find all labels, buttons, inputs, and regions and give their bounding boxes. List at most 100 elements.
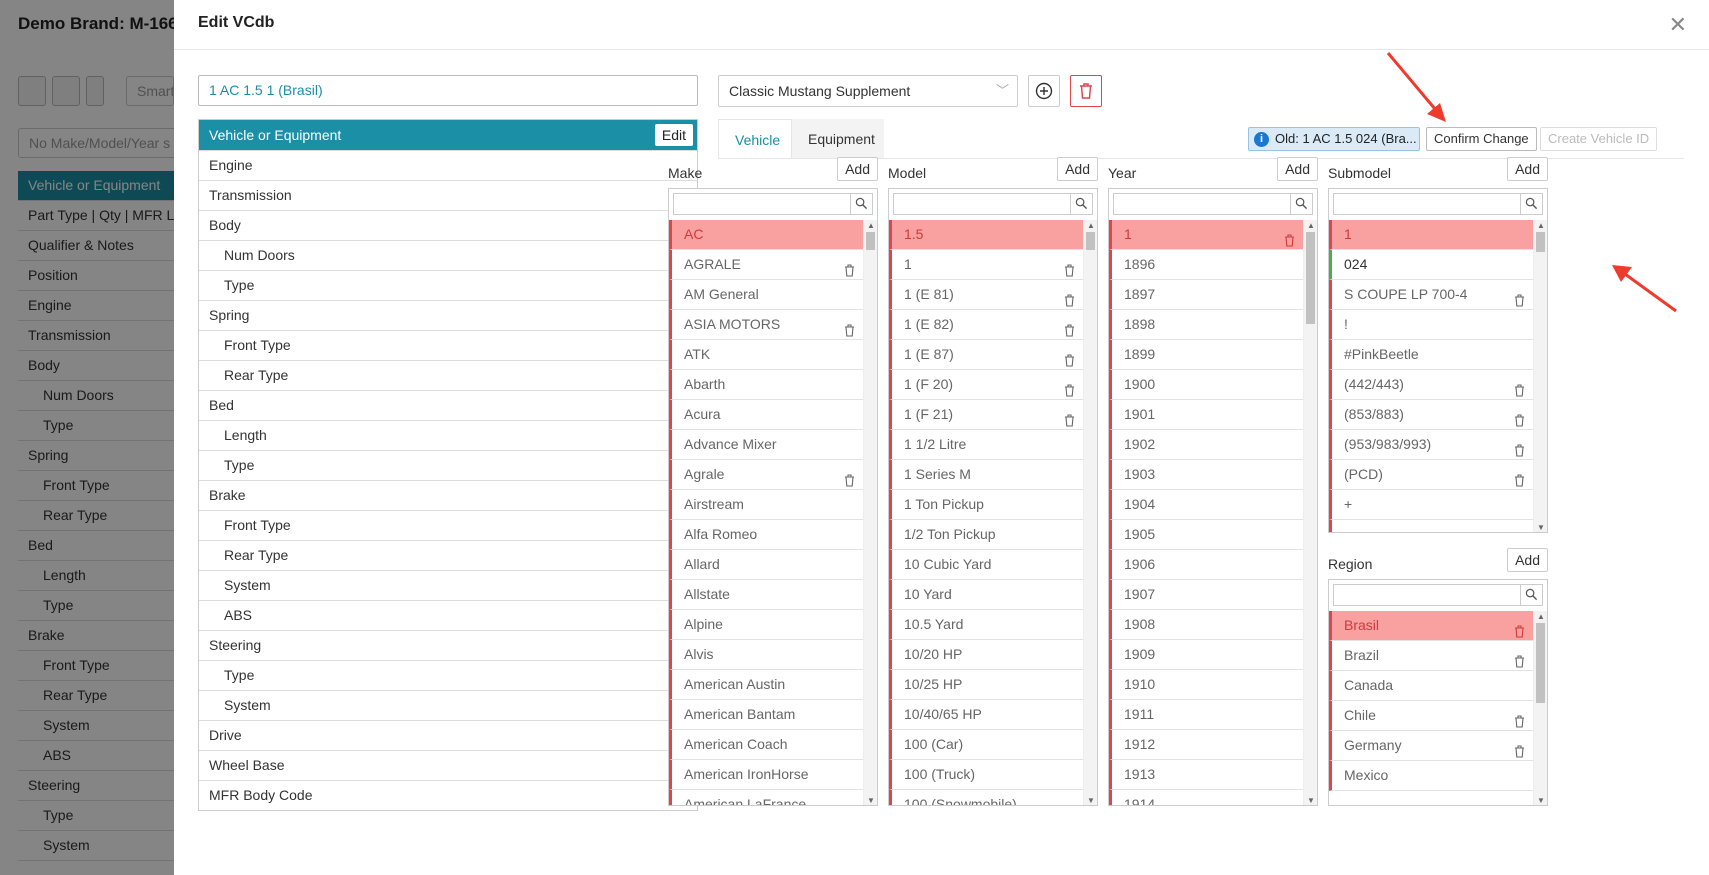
year-list-item[interactable]: 1903 [1109,460,1303,490]
tree-item[interactable]: Wheel Base [199,750,697,780]
scroll-down-icon[interactable]: ▼ [1534,522,1547,532]
tree-item[interactable]: Front Type [199,330,697,360]
scroll-down-icon[interactable]: ▼ [1304,795,1317,805]
model-scrollbar[interactable]: ▲ ▼ [1083,220,1097,805]
trash-icon[interactable] [1064,258,1075,277]
model-list-item[interactable]: 1 (F 21) [889,400,1083,430]
make-list-item[interactable]: Airstream [669,490,863,520]
submodel-scrollbar[interactable]: ▲ ▼ [1533,220,1547,532]
close-icon[interactable]: ✕ [1669,12,1687,38]
make-list-item[interactable]: Alvis [669,640,863,670]
model-list-item[interactable]: 10/20 HP [889,640,1083,670]
tree-item[interactable]: Spring [199,300,697,330]
scroll-up-icon[interactable]: ▲ [1534,220,1547,232]
add-model-button[interactable]: Add [1057,157,1098,181]
scroll-down-icon[interactable]: ▼ [1084,795,1097,805]
make-search-input[interactable] [673,193,873,215]
region-list-item[interactable]: Germany [1329,731,1533,761]
submodel-list-item[interactable]: - [1329,520,1533,532]
trash-icon[interactable] [1514,438,1525,457]
region-search-input[interactable] [1333,584,1543,606]
search-icon[interactable] [1520,585,1542,605]
trash-icon[interactable] [1514,378,1525,397]
year-list-item[interactable]: 1913 [1109,760,1303,790]
tree-item[interactable]: System [199,570,697,600]
region-scrollbar[interactable]: ▲ ▼ [1533,611,1547,805]
submodel-list-item[interactable]: ! [1329,310,1533,340]
year-list-item[interactable]: 1905 [1109,520,1303,550]
model-list-item[interactable]: 1 (E 81) [889,280,1083,310]
make-list-item[interactable]: Abarth [669,370,863,400]
search-icon[interactable] [1290,194,1312,214]
submodel-list-item[interactable]: (442/443) [1329,370,1533,400]
make-scrollbar[interactable]: ▲ ▼ [863,220,877,805]
tab-equipment[interactable]: Equipment [792,119,884,159]
make-list-item[interactable]: American LaFrance [669,790,863,805]
tree-item[interactable]: Type [199,660,697,690]
model-list-item[interactable]: 10/40/65 HP [889,700,1083,730]
submodel-list-item[interactable]: (853/883) [1329,400,1533,430]
make-list-item[interactable]: Agrale [669,460,863,490]
make-list-item[interactable]: ASIA MOTORS [669,310,863,340]
add-submodel-button[interactable]: Add [1507,157,1548,181]
create-vehicle-id-button[interactable]: Create Vehicle ID [1540,127,1658,151]
year-list-item[interactable]: 1904 [1109,490,1303,520]
make-list-item[interactable]: Allard [669,550,863,580]
make-list-item[interactable]: American Bantam [669,700,863,730]
submodel-list-item[interactable]: (PCD) [1329,460,1533,490]
tree-item[interactable]: Transmission [199,180,697,210]
make-list-item[interactable]: AC [669,220,863,250]
tree-item[interactable]: Brake [199,480,697,510]
trash-icon[interactable] [1514,649,1525,668]
make-list-item[interactable]: Alpine [669,610,863,640]
model-list-item[interactable]: 1.5 [889,220,1083,250]
scroll-thumb[interactable] [1536,623,1545,703]
tree-item[interactable]: Body [199,210,697,240]
model-list-item[interactable]: 1/2 Ton Pickup [889,520,1083,550]
tree-item[interactable]: Engine [199,150,697,180]
scroll-down-icon[interactable]: ▼ [1534,795,1547,805]
year-list-item[interactable]: 1914 [1109,790,1303,805]
scroll-thumb[interactable] [1536,232,1545,252]
model-list-item[interactable]: 10.5 Yard [889,610,1083,640]
search-icon[interactable] [1070,194,1092,214]
tree-item[interactable]: Rear Type [199,360,697,390]
trash-icon[interactable] [844,318,855,337]
year-list-item[interactable]: 1896 [1109,250,1303,280]
make-list-item[interactable]: ATK [669,340,863,370]
submodel-list-item[interactable]: + [1329,490,1533,520]
make-list-item[interactable]: American Coach [669,730,863,760]
add-year-button[interactable]: Add [1277,157,1318,181]
scroll-thumb[interactable] [1086,232,1095,250]
database-select[interactable]: Classic Mustang Supplement ﹀ [718,75,1018,107]
trash-icon[interactable] [1064,348,1075,367]
trash-icon[interactable] [1064,408,1075,427]
year-list-item[interactable]: 1 [1109,220,1303,250]
tree-item[interactable]: Length [199,420,697,450]
trash-icon[interactable] [1064,288,1075,307]
year-list-item[interactable]: 1909 [1109,640,1303,670]
model-list-item[interactable]: 1 (F 20) [889,370,1083,400]
trash-icon[interactable] [1064,318,1075,337]
year-list-item[interactable]: 1908 [1109,610,1303,640]
tree-item[interactable]: Type [199,450,697,480]
year-list-item[interactable]: 1907 [1109,580,1303,610]
year-list-item[interactable]: 1910 [1109,670,1303,700]
model-search-input[interactable] [893,193,1093,215]
region-list-item[interactable]: Brasil [1329,611,1533,641]
submodel-list-item[interactable]: S COUPE LP 700-4 [1329,280,1533,310]
year-list-item[interactable]: 1901 [1109,400,1303,430]
tree-item[interactable]: Bed [199,390,697,420]
year-scrollbar[interactable]: ▲ ▼ [1303,220,1317,805]
scroll-thumb[interactable] [1306,232,1315,324]
submodel-list-item[interactable]: #PinkBeetle [1329,340,1533,370]
year-list-item[interactable]: 1897 [1109,280,1303,310]
trash-icon[interactable] [1284,228,1295,247]
confirm-change-button[interactable]: Confirm Change [1426,127,1537,151]
year-list-item[interactable]: 1912 [1109,730,1303,760]
trash-icon[interactable] [1514,528,1525,532]
trash-icon[interactable] [844,468,855,487]
submodel-search-input[interactable] [1333,193,1543,215]
model-list-item[interactable]: 100 (Snowmobile) [889,790,1083,805]
trash-icon[interactable] [1514,468,1525,487]
